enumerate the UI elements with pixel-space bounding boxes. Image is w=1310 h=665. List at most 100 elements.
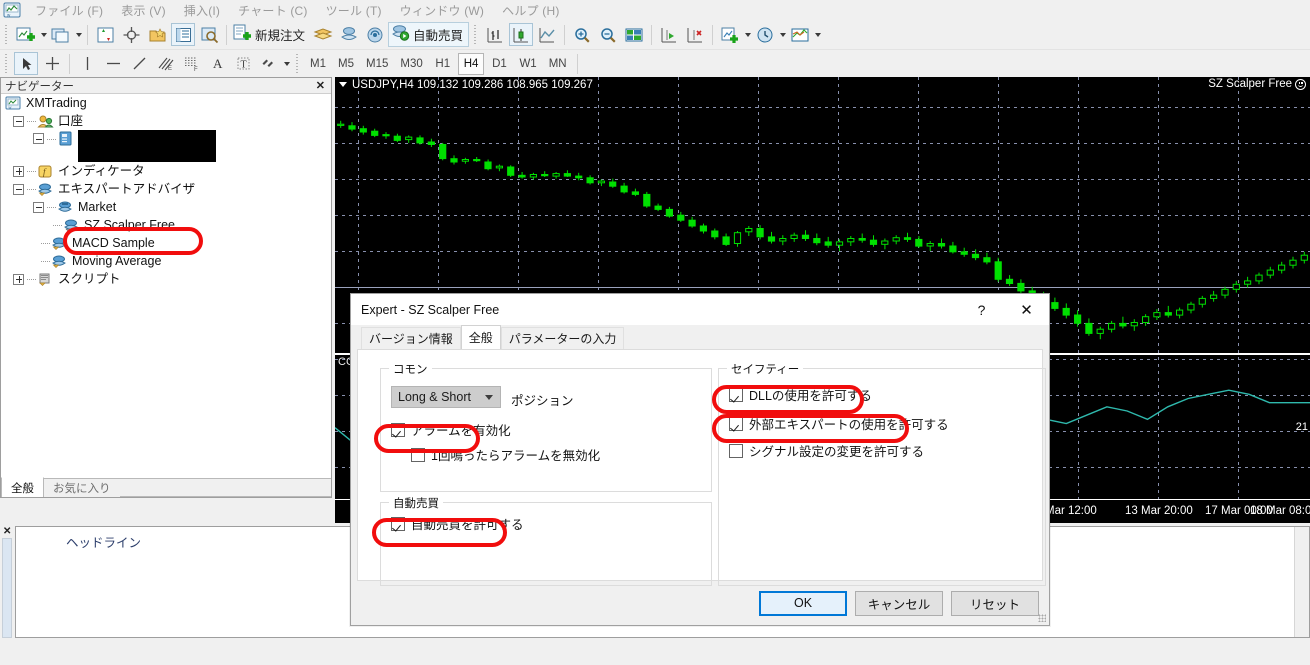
arrows-dropdown-icon[interactable] (282, 52, 291, 75)
timeframe-d1[interactable]: D1 (486, 53, 512, 75)
tab-general[interactable]: 全般 (460, 325, 501, 349)
tree-item-experts[interactable]: エキスパートアドバイザ (1, 180, 331, 198)
expand-icon-scripts[interactable] (13, 273, 24, 285)
tree-item-account[interactable] (1, 130, 331, 162)
tree-item-market[interactable]: Market (1, 198, 331, 216)
disable-after-one-alarm-row[interactable]: 1回鳴ったらアラームを無効化 (411, 445, 600, 464)
navigator-tree[interactable]: w XMTrading 口座 f インディケータ エキスパートアドバイザ Mar… (1, 94, 331, 496)
tree-item-scripts[interactable]: スクリプト (1, 270, 331, 288)
ok-button[interactable]: OK (759, 590, 847, 616)
line-chart-icon[interactable] (535, 23, 559, 46)
add-indicator-icon[interactable] (718, 23, 742, 46)
collapse-icon-account[interactable] (33, 133, 44, 144)
allow-dll-row[interactable]: DLLの使用を許可する (729, 385, 872, 404)
tree-item-moving-average[interactable]: Moving Average (1, 252, 331, 270)
chart-autoscroll-icon[interactable] (683, 23, 707, 46)
enable-alarm-checkbox[interactable] (391, 422, 405, 437)
timeframe-m15[interactable]: M15 (361, 53, 393, 75)
menu-item-view[interactable]: 表示 (V) (112, 2, 175, 19)
menu-item-charts[interactable]: チャート (C) (229, 2, 316, 19)
candlestick-chart-icon[interactable] (509, 23, 534, 46)
menu-item-tools[interactable]: ツール (T) (317, 2, 391, 19)
collapse-icon-market[interactable] (33, 201, 44, 213)
navigator-icon[interactable] (145, 23, 169, 46)
timeframe-w1[interactable]: W1 (514, 53, 541, 75)
enable-alarm-row[interactable]: アラームを有効化 (391, 420, 511, 439)
toolbar-grip-icon-3[interactable] (3, 52, 10, 75)
new-chart-dropdown-icon[interactable] (39, 23, 48, 46)
horizontal-line-icon[interactable] (101, 52, 125, 75)
arrows-icon[interactable] (257, 52, 281, 75)
tree-item-accounts[interactable]: 口座 (1, 112, 331, 130)
timeframe-h4[interactable]: H4 (457, 52, 485, 75)
strategy-tester-icon[interactable] (197, 23, 221, 46)
allow-signal-change-checkbox[interactable] (729, 443, 743, 458)
close-icon[interactable]: ✕ (1004, 294, 1049, 325)
allow-external-expert-checkbox[interactable] (729, 416, 743, 431)
help-icon[interactable]: ? (959, 294, 1004, 325)
autotrade-button[interactable]: 自動売買 (388, 22, 470, 47)
cursor-icon[interactable] (14, 52, 38, 75)
mql-community-icon[interactable] (337, 23, 361, 46)
allow-signal-change-row[interactable]: シグナル設定の変更を許可する (729, 441, 924, 460)
tree-item-sz-scalper-free[interactable]: SZ Scalper Free (1, 216, 331, 234)
terminal-icon[interactable] (171, 23, 195, 46)
zoom-in-icon[interactable] (570, 23, 594, 46)
equidistant-channel-icon[interactable]: E (153, 52, 177, 75)
timeframe-mn[interactable]: MN (544, 53, 572, 75)
text-icon[interactable]: A (205, 52, 229, 75)
add-indicator-dropdown-icon[interactable] (743, 23, 752, 46)
dialog-resize-grip[interactable] (1038, 614, 1046, 622)
templates-dropdown-icon[interactable] (813, 23, 822, 46)
navigator-tab-favorites[interactable]: お気に入り (44, 478, 120, 497)
timeframe-m5[interactable]: M5 (333, 53, 359, 75)
signals-icon[interactable] (363, 23, 387, 46)
bar-chart-icon[interactable] (483, 23, 507, 46)
history-icon[interactable] (311, 23, 335, 46)
templates-icon[interactable] (788, 23, 812, 46)
crosshair-icon[interactable] (119, 23, 143, 46)
chart-shift-icon[interactable] (657, 23, 681, 46)
navigator-tab-general[interactable]: 全般 (1, 477, 44, 497)
tab-inputs[interactable]: パラメーターの入力 (500, 327, 625, 349)
collapse-icon-accounts[interactable] (13, 115, 24, 127)
text-label-icon[interactable]: T (231, 52, 255, 75)
tab-version-info[interactable]: バージョン情報 (361, 327, 461, 349)
new-order-button[interactable]: 新規注文 (231, 22, 310, 47)
menu-item-file[interactable]: ファイル (F) (26, 2, 112, 19)
terminal-vertical-tabstrip[interactable] (2, 538, 12, 638)
allow-autotrade-checkbox[interactable] (391, 516, 405, 531)
toolbar-grip-icon-4[interactable] (294, 52, 301, 75)
toolbar-grip-icon-2[interactable] (472, 23, 480, 46)
menu-item-help[interactable]: ヘルプ (H) (493, 2, 568, 19)
toolbar-grip-icon[interactable] (3, 23, 10, 46)
vertical-line-icon[interactable] (75, 52, 99, 75)
timeframe-m30[interactable]: M30 (395, 53, 427, 75)
close-icon[interactable]: ✕ (313, 79, 328, 92)
reset-button[interactable]: リセット (951, 590, 1039, 616)
terminal-scrollbar[interactable] (1294, 527, 1309, 637)
expand-icon-indicators[interactable] (13, 165, 24, 177)
menu-item-insert[interactable]: 挿入(I) (175, 2, 229, 19)
menu-item-window[interactable]: ウィンドウ (W) (391, 2, 493, 19)
period-dropdown-icon[interactable] (778, 23, 787, 46)
timeframe-h1[interactable]: H1 (430, 53, 456, 75)
cancel-button[interactable]: キャンセル (855, 590, 943, 616)
new-chart-icon[interactable] (14, 23, 38, 46)
zoom-out-icon[interactable] (596, 23, 620, 46)
chart-menu-triangle-icon[interactable] (339, 82, 347, 87)
allow-dll-checkbox[interactable] (729, 387, 743, 402)
profiles-icon[interactable] (49, 23, 73, 46)
disable-after-one-alarm-checkbox[interactable] (411, 447, 425, 462)
tree-item-indicators[interactable]: f インディケータ (1, 162, 331, 180)
period-icon[interactable] (753, 23, 777, 46)
trendline-icon[interactable] (127, 52, 151, 75)
collapse-icon-experts[interactable] (13, 183, 24, 195)
position-select[interactable]: Long & Short (391, 386, 501, 408)
fibonacci-retracement-icon[interactable]: F (179, 52, 203, 75)
tree-item-root[interactable]: w XMTrading (1, 94, 331, 112)
profiles-dropdown-icon[interactable] (74, 23, 83, 46)
tile-windows-icon[interactable] (622, 23, 646, 46)
terminal-close-icon[interactable]: ✕ (0, 524, 14, 539)
allow-autotrade-row[interactable]: 自動売買を許可する (391, 514, 524, 533)
